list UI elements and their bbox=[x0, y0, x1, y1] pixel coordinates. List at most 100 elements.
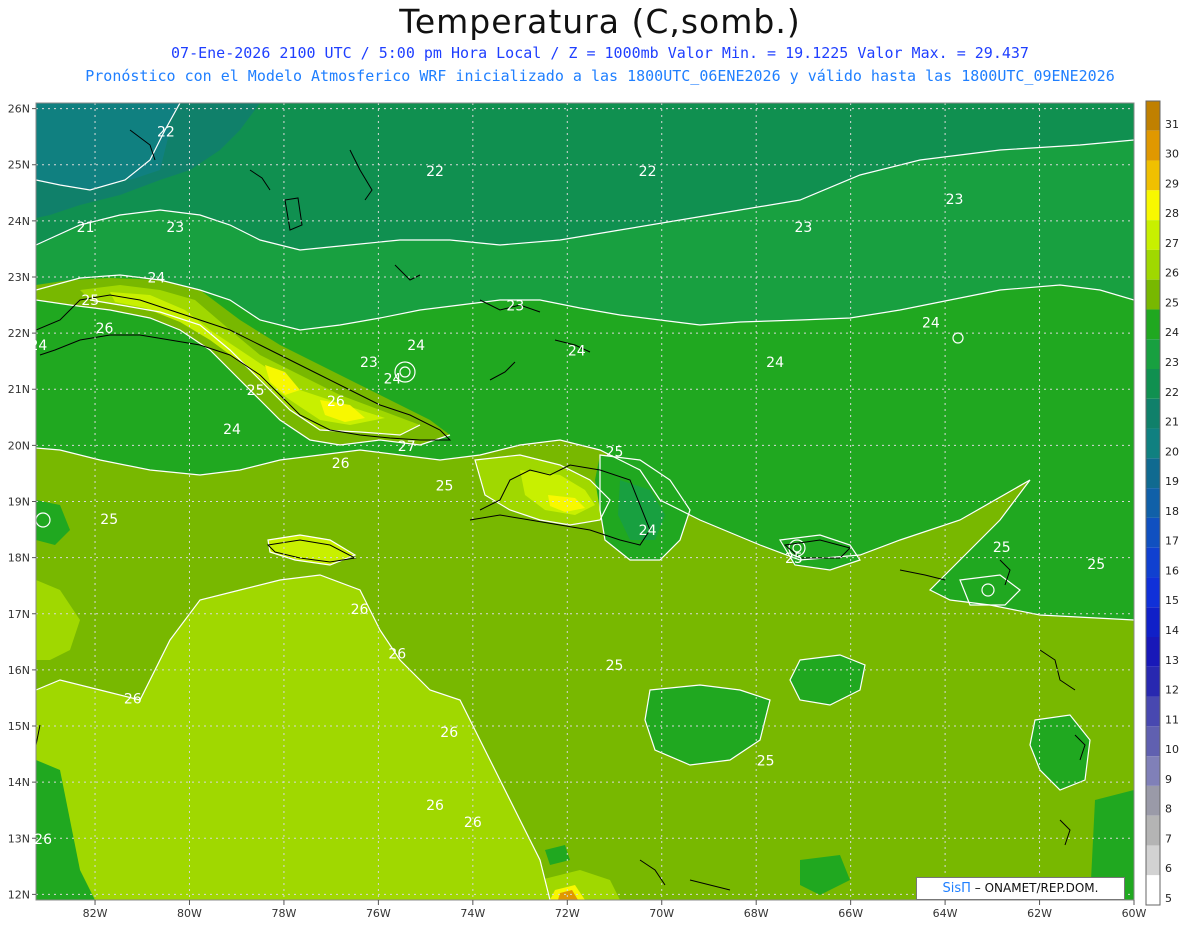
colorbar-label: 27 bbox=[1165, 237, 1179, 250]
contour-label: 22 bbox=[157, 125, 175, 141]
colorbar-swatch bbox=[1146, 845, 1160, 876]
contour-label: 27 bbox=[398, 439, 416, 455]
temperature-field bbox=[36, 103, 1134, 900]
lat-label: 15N bbox=[8, 720, 30, 733]
colorbar-swatch bbox=[1146, 220, 1160, 250]
contour-label: 23 bbox=[506, 299, 524, 315]
lat-label: 17N bbox=[8, 608, 30, 621]
contour-label: 23 bbox=[360, 355, 378, 371]
colorbar-swatch bbox=[1146, 517, 1160, 548]
lat-label: 26N bbox=[8, 103, 30, 116]
colorbar-swatch bbox=[1146, 785, 1160, 816]
colorbar-swatch bbox=[1146, 875, 1160, 905]
lat-label: 24N bbox=[8, 215, 30, 228]
contour-label: 21 bbox=[77, 220, 95, 236]
lat-label: 23N bbox=[8, 271, 30, 284]
colorbar-swatch bbox=[1146, 160, 1160, 191]
contour-label: 24 bbox=[407, 338, 425, 354]
colorbar-swatch bbox=[1146, 458, 1160, 489]
colorbar-swatch bbox=[1146, 488, 1160, 518]
lat-label: 13N bbox=[8, 832, 30, 845]
colorbar-label: 15 bbox=[1165, 594, 1179, 607]
contour-label: 25 bbox=[785, 551, 803, 567]
lon-label: 68W bbox=[744, 907, 769, 920]
contour-label: 25 bbox=[993, 540, 1011, 556]
contour-label: 26 bbox=[388, 647, 406, 663]
colorbar-label: 19 bbox=[1165, 475, 1179, 488]
contour-label: 26 bbox=[332, 456, 350, 472]
colorbar-label: 23 bbox=[1165, 356, 1179, 369]
colorbar-label: 28 bbox=[1165, 207, 1179, 220]
contour-label: 24 bbox=[639, 523, 657, 539]
lon-label: 64W bbox=[933, 907, 958, 920]
colorbar-swatch bbox=[1146, 339, 1160, 369]
colorbar-swatch bbox=[1146, 726, 1160, 757]
colorbar-swatch bbox=[1146, 279, 1160, 310]
contour-label: 22 bbox=[639, 164, 657, 180]
colorbar-label: 10 bbox=[1165, 743, 1179, 756]
colorbar-label: 29 bbox=[1165, 177, 1179, 190]
contour-label: 26 bbox=[426, 798, 444, 814]
lat-label: 18N bbox=[8, 552, 30, 565]
contour-label: 23 bbox=[166, 220, 184, 236]
contour-label: 25 bbox=[606, 445, 624, 461]
colorbar-swatch bbox=[1146, 607, 1160, 637]
colorbar-label: 9 bbox=[1165, 773, 1172, 786]
colorbar-label: 14 bbox=[1165, 624, 1179, 637]
lon-label: 76W bbox=[366, 907, 391, 920]
contour-label: 23 bbox=[795, 220, 813, 236]
lon-label: 66W bbox=[838, 907, 863, 920]
colorbar-swatch bbox=[1146, 130, 1160, 161]
colorbar-label: 17 bbox=[1165, 535, 1179, 548]
contour-label: 26 bbox=[327, 394, 345, 410]
contour-label: 26 bbox=[440, 725, 458, 741]
colorbar-swatch bbox=[1146, 309, 1160, 340]
colorbar-swatch bbox=[1146, 428, 1160, 459]
colorbar-label: 21 bbox=[1165, 416, 1179, 429]
colorbar-label: 31 bbox=[1165, 118, 1179, 131]
contour-label: 24 bbox=[766, 355, 784, 371]
colorbar-swatch bbox=[1146, 696, 1160, 727]
contour-label: 26 bbox=[96, 321, 114, 337]
colorbar-swatch bbox=[1146, 547, 1160, 578]
colorbar-label: 20 bbox=[1165, 445, 1179, 458]
colorbar-swatch bbox=[1146, 577, 1160, 608]
colorbar-swatch bbox=[1146, 369, 1160, 399]
lat-label: 12N bbox=[8, 888, 30, 901]
contour-label: 25 bbox=[606, 658, 624, 674]
lon-label: 70W bbox=[649, 907, 674, 920]
lat-label: 21N bbox=[8, 383, 30, 396]
contour-label: 26 bbox=[464, 815, 482, 831]
temperature-map: 26N 25N 24N 23N 22N 21N 20N 19N 18N 17N 16N 15N 14N 1… bbox=[8, 100, 1179, 920]
contour-label: 22 bbox=[426, 164, 444, 180]
colorbar-swatch bbox=[1146, 637, 1160, 667]
colorbar-label: 30 bbox=[1165, 148, 1179, 161]
colorbar-swatch bbox=[1146, 398, 1160, 429]
lon-label: 60W bbox=[1122, 907, 1147, 920]
lon-label: 62W bbox=[1027, 907, 1052, 920]
colorbar-label: 7 bbox=[1165, 832, 1172, 845]
colorbar-swatch bbox=[1146, 756, 1160, 786]
contour-label: 25 bbox=[81, 293, 99, 309]
lon-label: 80W bbox=[177, 907, 202, 920]
contour-label: 24 bbox=[223, 422, 241, 438]
colorbar-label: 22 bbox=[1165, 386, 1179, 399]
contour-label: 25 bbox=[757, 753, 775, 769]
lon-label: 72W bbox=[555, 907, 580, 920]
colorbar-label: 6 bbox=[1165, 862, 1172, 875]
contour-label: 25 bbox=[247, 383, 265, 399]
credit-text: – ONAMET/REP.DOM. bbox=[974, 881, 1099, 895]
contour-label: 24 bbox=[568, 344, 586, 360]
colorbar-label: 25 bbox=[1165, 296, 1179, 309]
lat-label: 20N bbox=[8, 439, 30, 452]
colorbar-label: 12 bbox=[1165, 684, 1179, 697]
credit-box: SisΠ – ONAMET/REP.DOM. bbox=[916, 877, 1125, 900]
colorbar-label: 26 bbox=[1165, 267, 1179, 280]
contour-label: 26 bbox=[34, 832, 52, 848]
colorbar-label: 18 bbox=[1165, 505, 1179, 518]
colorbar-label: 24 bbox=[1165, 326, 1179, 339]
lon-label: 74W bbox=[460, 907, 485, 920]
color-scale-bar: 31 30 29 28 27 26 25 24 23 22 21 20 19 18 17 16 15 14 13 12… bbox=[1145, 100, 1179, 906]
colorbar-swatch bbox=[1146, 249, 1160, 280]
lat-label: 19N bbox=[8, 496, 30, 509]
